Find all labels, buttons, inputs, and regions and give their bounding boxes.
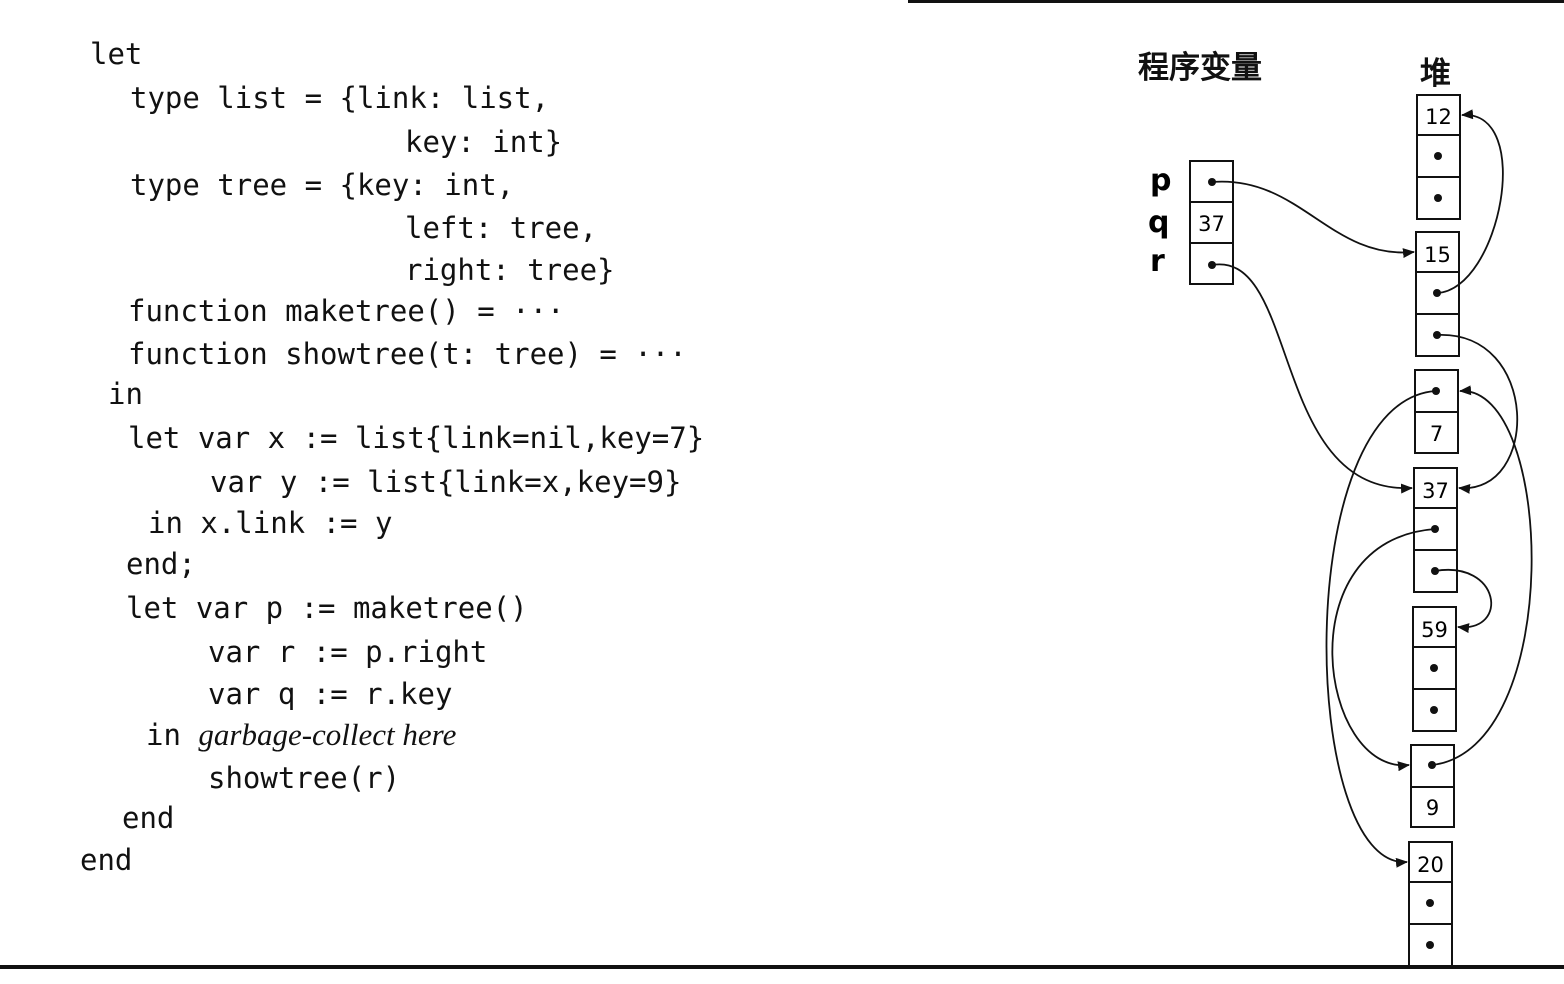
pointer-dot — [1430, 706, 1438, 714]
heap-record-7: 7 — [1414, 369, 1459, 454]
pointer-dot — [1430, 664, 1438, 672]
variable-label-r: r — [1150, 244, 1165, 279]
pointer-dot — [1434, 194, 1442, 202]
variable-label-q: q — [1148, 205, 1169, 240]
record-key: 15 — [1424, 243, 1451, 267]
pointer-arrows — [1211, 109, 1533, 868]
heap-record-9: 9 — [1410, 744, 1455, 828]
arrow-r-to-37 — [1211, 263, 1413, 494]
record-key: 9 — [1426, 796, 1439, 820]
record-key: 59 — [1421, 618, 1448, 642]
heap-record-15: 15 — [1415, 231, 1460, 357]
arrow-7-to-20 — [1325, 390, 1437, 868]
variable-label-p: p — [1150, 163, 1171, 198]
heap-diagram: p q r 37 12 15 7 37 59 9 20 — [1148, 94, 1533, 967]
record-key: 20 — [1417, 853, 1444, 877]
record-key: 7 — [1430, 422, 1443, 446]
heap-record-20: 20 — [1408, 841, 1453, 967]
heap-record-59: 59 — [1412, 606, 1457, 732]
pointer-dot — [1434, 152, 1442, 160]
variable-value-q: 37 — [1198, 212, 1225, 236]
record-key: 37 — [1422, 479, 1449, 503]
figure: let type list = {link: list, key: int} t… — [0, 0, 1564, 984]
arrow-9-to-7 — [1431, 385, 1533, 766]
arrow-p-to-15 — [1211, 180, 1415, 259]
pointer-dot — [1426, 941, 1434, 949]
record-key: 12 — [1425, 105, 1452, 129]
program-variables: p q r 37 — [1148, 160, 1234, 285]
heap-record-12: 12 — [1416, 94, 1461, 220]
pointer-dot — [1426, 899, 1434, 907]
